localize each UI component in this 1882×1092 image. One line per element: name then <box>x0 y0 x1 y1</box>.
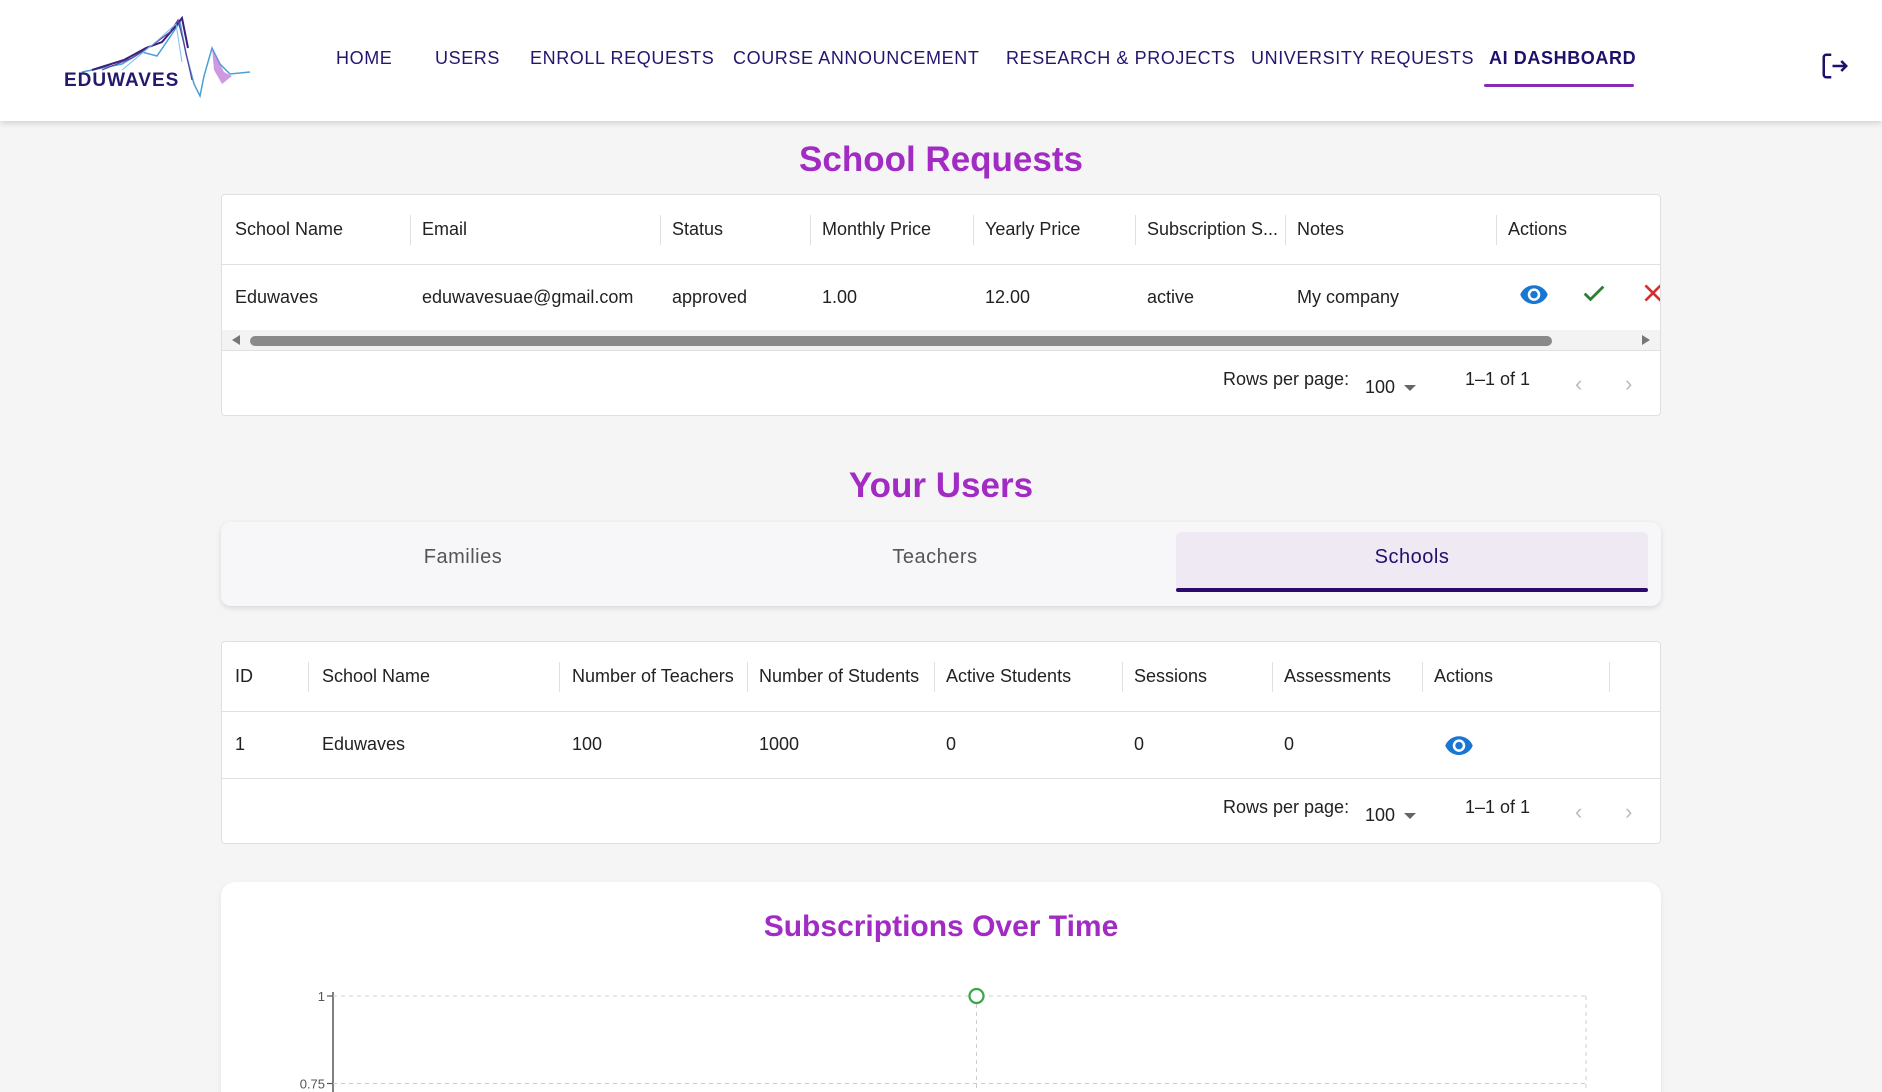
column-header[interactable]: Status <box>672 219 723 240</box>
schools-table: ID School Name Number of Teachers Number… <box>221 641 1661 844</box>
eye-icon[interactable] <box>1519 279 1549 309</box>
column-header[interactable]: Assessments <box>1284 666 1391 687</box>
cell-sessions: 0 <box>1134 734 1145 754</box>
cell-yearly-price: 12.00 <box>985 287 1031 307</box>
scrollbar-thumb[interactable] <box>250 336 1552 346</box>
column-separator[interactable] <box>308 662 309 692</box>
column-separator[interactable] <box>660 215 661 245</box>
column-separator[interactable] <box>973 215 974 245</box>
column-separator[interactable] <box>1285 215 1286 245</box>
column-separator[interactable] <box>747 662 748 692</box>
tab-schools[interactable]: Schools <box>1176 532 1648 590</box>
rows-per-page-label: Rows per page: <box>1223 797 1350 817</box>
rows-per-page-select[interactable]: 100 <box>1365 377 1395 398</box>
nav-course-announcement[interactable]: COURSE ANNOUNCEMENT <box>733 48 979 69</box>
horizontal-scrollbar[interactable] <box>222 330 1660 350</box>
tab-teachers[interactable]: Teachers <box>701 532 1169 590</box>
column-separator[interactable] <box>1122 662 1123 692</box>
cell-number-of-students: 1000 <box>759 734 800 754</box>
cell-email: eduwavesuae@gmail.com <box>422 287 634 307</box>
pagination-range: 1–1 of 1 <box>1465 369 1531 389</box>
cell-notes: My company <box>1297 287 1400 307</box>
data-point[interactable] <box>968 987 985 1005</box>
scroll-right-arrow[interactable] <box>1642 335 1650 345</box>
previous-page-icon[interactable]: ‹ <box>1575 371 1582 397</box>
top-navigation-bar: EDUWAVES HOME USERS ENROLL REQUESTS COUR… <box>0 0 1882 121</box>
column-separator[interactable] <box>1609 662 1610 692</box>
table-row[interactable]: 1 Eduwaves 100 1000 0 0 0 <box>222 712 1660 778</box>
check-icon[interactable] <box>1580 279 1608 307</box>
column-header[interactable]: Notes <box>1297 219 1344 240</box>
school-requests-title: School Requests <box>799 140 1083 179</box>
pagination-range: 1–1 of 1 <box>1465 797 1531 817</box>
dropdown-arrow-icon[interactable] <box>1404 385 1416 391</box>
column-separator[interactable] <box>1422 662 1423 692</box>
column-header[interactable]: Yearly Price <box>985 219 1080 240</box>
cell-monthly-price: 1.00 <box>822 287 858 307</box>
logout-icon[interactable] <box>1820 51 1850 81</box>
column-header[interactable]: Monthly Price <box>822 219 931 240</box>
next-page-icon[interactable]: › <box>1625 371 1632 397</box>
nav-university-requests[interactable]: UNIVERSITY REQUESTS <box>1251 48 1474 69</box>
y-tick-label: 0.75 <box>300 1077 325 1092</box>
cell-assessments: 0 <box>1284 734 1295 754</box>
school-requests-table: School Name Email Status Monthly Price Y… <box>221 194 1661 416</box>
column-header[interactable]: School Name <box>322 666 430 687</box>
column-header[interactable]: Email <box>422 219 467 240</box>
column-header[interactable]: School Name <box>235 219 343 240</box>
user-type-tabs: Families Teachers Schools <box>221 522 1661 606</box>
column-separator[interactable] <box>1135 215 1136 245</box>
active-tab-indicator <box>1176 588 1648 592</box>
previous-page-icon[interactable]: ‹ <box>1575 799 1582 825</box>
rows-per-page-label: Rows per page: <box>1223 369 1350 389</box>
column-header[interactable]: Number of Teachers <box>572 666 734 687</box>
logo-text: EDUWAVES <box>64 70 180 91</box>
cell-subscription-status: active <box>1147 287 1195 307</box>
cell-status: approved <box>672 287 748 307</box>
cell-active-students: 0 <box>946 734 957 754</box>
table-pagination: Rows per page: 100 1–1 of 1 ‹ › <box>222 778 1660 843</box>
nav-ai-dashboard[interactable]: AI DASHBOARD <box>1489 48 1636 69</box>
close-icon[interactable] <box>1640 280 1661 306</box>
next-page-icon[interactable]: › <box>1625 799 1632 825</box>
table-header: ID School Name Number of Teachers Number… <box>222 642 1660 712</box>
cell-id: 1 <box>235 734 246 754</box>
active-nav-indicator <box>1484 84 1634 87</box>
column-separator[interactable] <box>559 662 560 692</box>
rows-per-page-select[interactable]: 100 <box>1365 805 1395 826</box>
column-separator[interactable] <box>1272 662 1273 692</box>
column-header[interactable]: Subscription S... <box>1147 219 1278 240</box>
eye-icon[interactable] <box>1444 730 1474 760</box>
table-pagination: Rows per page: 100 1–1 of 1 ‹ › <box>222 350 1660 415</box>
column-separator[interactable] <box>934 662 935 692</box>
y-tick-label: 1 <box>318 989 325 1004</box>
scroll-left-arrow[interactable] <box>232 335 240 345</box>
column-header[interactable]: Actions <box>1508 219 1567 240</box>
column-separator[interactable] <box>1496 215 1497 245</box>
nav-enroll-requests[interactable]: ENROLL REQUESTS <box>530 48 714 69</box>
column-header[interactable]: Number of Students <box>759 666 919 687</box>
dropdown-arrow-icon[interactable] <box>1404 813 1416 819</box>
column-header[interactable]: Sessions <box>1134 666 1207 687</box>
column-separator[interactable] <box>810 215 811 245</box>
column-header[interactable]: Active Students <box>946 666 1071 687</box>
table-row[interactable]: Eduwaves eduwavesuae@gmail.com approved … <box>222 265 1660 331</box>
nav-research-projects[interactable]: RESEARCH & PROJECTS <box>1006 48 1235 69</box>
table-header: School Name Email Status Monthly Price Y… <box>222 195 1660 265</box>
nav-home[interactable]: HOME <box>336 48 392 69</box>
your-users-title: Your Users <box>848 466 1034 505</box>
subscriptions-chart-card: Subscriptions Over Time 1 0.75 <box>221 882 1661 1092</box>
subscriptions-line-chart: 10.75 <box>300 987 1587 1092</box>
column-separator[interactable] <box>410 215 411 245</box>
nav-users[interactable]: USERS <box>435 48 500 69</box>
tab-families[interactable]: Families <box>229 532 697 590</box>
cell-school-name: Eduwaves <box>235 287 319 307</box>
column-header[interactable]: ID <box>235 666 253 687</box>
column-header[interactable]: Actions <box>1434 666 1493 687</box>
cell-number-of-teachers: 100 <box>572 734 603 754</box>
cell-school-name: Eduwaves <box>322 734 406 754</box>
